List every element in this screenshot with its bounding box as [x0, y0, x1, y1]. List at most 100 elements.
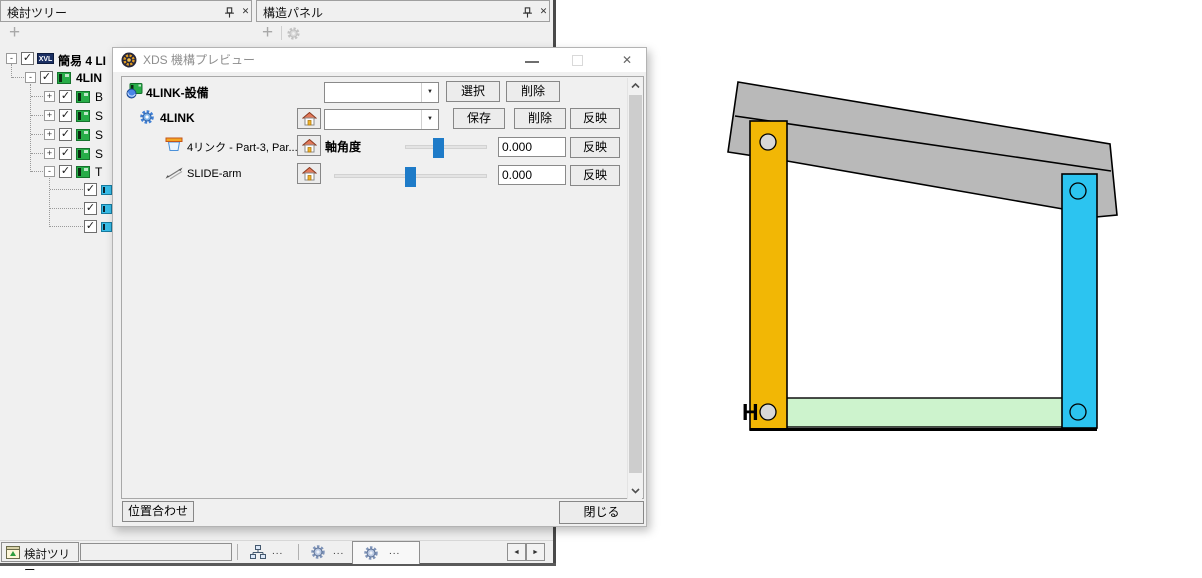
dialog-scrollbar[interactable] — [627, 78, 642, 499]
org-chart-icon — [250, 545, 266, 565]
pin-icon[interactable] — [521, 5, 534, 18]
assembly-icon — [76, 110, 90, 122]
tree-item-label[interactable]: S — [95, 128, 103, 142]
tree-expander[interactable]: + — [44, 129, 55, 140]
tree-checkbox[interactable]: ✓ — [59, 90, 72, 103]
gear-icon — [310, 544, 326, 565]
tree-expander[interactable]: + — [44, 91, 55, 102]
tree-checkbox[interactable]: ✓ — [84, 202, 97, 215]
house-icon — [302, 167, 317, 181]
left-link-shape — [750, 121, 787, 430]
empty-dock-slot — [80, 543, 232, 561]
tree-checkbox[interactable]: ✓ — [40, 71, 53, 84]
tab-structure[interactable]: ... — [242, 542, 296, 563]
tree-expander[interactable]: - — [44, 166, 55, 177]
tab-overflow-label: ... — [389, 546, 400, 557]
tree-checkbox[interactable]: ✓ — [84, 220, 97, 233]
axis-angle-value-field[interactable]: 0.000 — [498, 137, 566, 157]
home-position-button[interactable] — [297, 108, 321, 129]
tree-item-label[interactable]: S — [95, 109, 103, 123]
3d-viewport[interactable]: H — [556, 0, 1202, 566]
right-link-shape — [1062, 174, 1097, 428]
joint-circle — [760, 134, 776, 150]
save-button[interactable]: 保存 — [453, 108, 505, 129]
tab-mechanism-1[interactable]: ... — [302, 542, 350, 563]
tree-expander[interactable]: + — [44, 148, 55, 159]
pin-icon[interactable] — [223, 5, 236, 18]
assembly-icon — [76, 91, 90, 103]
base-link-shape — [752, 398, 1096, 427]
apply-slide-button[interactable]: 反映 — [570, 165, 620, 186]
scroll-up-icon[interactable] — [628, 78, 643, 94]
maximize-icon[interactable] — [572, 55, 583, 66]
select-button[interactable]: 選択 — [446, 81, 500, 102]
tab-study-tree[interactable]: 検討ツリー — [1, 542, 79, 562]
close-icon[interactable]: ✕ — [614, 52, 640, 68]
delete-mechanism-button[interactable]: 削除 — [514, 108, 566, 129]
tab-overflow-label: ... — [333, 546, 344, 557]
axis-angle-slider-track[interactable] — [405, 145, 487, 149]
structure-panel-title: 構造パネル — [263, 4, 323, 21]
add-button[interactable]: + — [262, 24, 273, 42]
dialog-title: XDS 機構プレビュー — [143, 48, 255, 72]
tree-checkbox[interactable]: ✓ — [21, 52, 34, 65]
chevron-down-icon[interactable]: ▼ — [421, 83, 438, 102]
close-dialog-button[interactable]: 閉じる — [559, 501, 644, 524]
axis-angle-label: 軸角度 — [325, 138, 361, 155]
part-icon — [101, 222, 112, 232]
tree-expander[interactable]: - — [6, 53, 17, 64]
add-button[interactable]: + — [9, 24, 20, 42]
equipment-label: 4LINK-設備 — [146, 84, 209, 101]
tab-overflow-label: ... — [272, 546, 283, 557]
tree-item-label[interactable]: T — [95, 165, 102, 179]
chevron-down-icon[interactable]: ▼ — [421, 110, 438, 129]
part-icon — [101, 185, 112, 195]
slide-arm-label: SLIDE-arm — [187, 168, 241, 180]
four-link-joint-label: 4リンク - Part-3, Par... — [187, 139, 298, 155]
tab-scroll-left-button[interactable]: ◄ — [507, 543, 526, 561]
scroll-down-icon[interactable] — [628, 483, 643, 499]
tree-item-label[interactable]: 簡易 4 LI — [58, 52, 106, 69]
tree-expander[interactable]: + — [44, 110, 55, 121]
tree-checkbox[interactable]: ✓ — [59, 128, 72, 141]
close-icon[interactable]: ✕ — [537, 5, 550, 18]
dialog-scroll-area: 4LINK-設備 ▼ 選択 削除 4LINK ▼ 保存 削除 反映 — [121, 76, 644, 499]
tab-scroll-right-button[interactable]: ► — [526, 543, 545, 561]
four-link-joint-icon — [165, 136, 183, 157]
equipment-combobox[interactable]: ▼ — [324, 82, 439, 103]
align-position-button[interactable]: 位置合わせ — [122, 501, 194, 522]
dialog-titlebar[interactable]: XDS 機構プレビュー ✕ — [113, 48, 646, 72]
tree-checkbox[interactable]: ✓ — [59, 109, 72, 122]
tab-mechanism-2-active[interactable]: ... — [352, 541, 420, 564]
tree-item-label[interactable]: 4LIN — [76, 71, 102, 85]
gear-icon — [363, 545, 379, 566]
slide-arm-value-field[interactable]: 0.000 — [498, 165, 566, 185]
apply-mechanism-button[interactable]: 反映 — [570, 108, 620, 129]
scrollbar-thumb[interactable] — [629, 95, 642, 473]
axis-angle-slider-handle[interactable] — [433, 138, 444, 158]
part-icon — [101, 204, 112, 214]
xds-mechanism-preview-dialog: XDS 機構プレビュー ✕ 4LINK-設備 ▼ 選択 削除 4LINK — [112, 47, 647, 527]
minimize-icon[interactable] — [525, 61, 539, 63]
xvl-badge-icon: XVL — [37, 53, 54, 64]
structure-panel-header: 構造パネル ✕ — [256, 0, 550, 22]
tree-expander[interactable]: - — [25, 72, 36, 83]
tree-item-label[interactable]: B — [95, 90, 103, 104]
gear-icon[interactable] — [286, 26, 301, 46]
slide-arm-slider-handle[interactable] — [405, 167, 416, 187]
home-position-button[interactable] — [297, 163, 321, 184]
tree-checkbox[interactable]: ✓ — [59, 165, 72, 178]
mechanism-combobox[interactable]: ▼ — [324, 109, 439, 130]
tab-study-tree-label: 検討ツリー — [24, 546, 78, 578]
apply-axis-button[interactable]: 反映 — [570, 137, 620, 158]
mechanism-label: 4LINK — [160, 111, 195, 125]
slide-joint-icon — [165, 166, 183, 185]
tree-checkbox[interactable]: ✓ — [84, 183, 97, 196]
delete-equipment-button[interactable]: 削除 — [506, 81, 560, 102]
assembly-icon — [76, 129, 90, 141]
tree-checkbox[interactable]: ✓ — [59, 147, 72, 160]
home-position-button[interactable] — [297, 135, 321, 156]
ground-joint-label: H — [742, 399, 759, 425]
tree-item-label[interactable]: S — [95, 147, 103, 161]
close-icon[interactable]: ✕ — [239, 5, 252, 18]
